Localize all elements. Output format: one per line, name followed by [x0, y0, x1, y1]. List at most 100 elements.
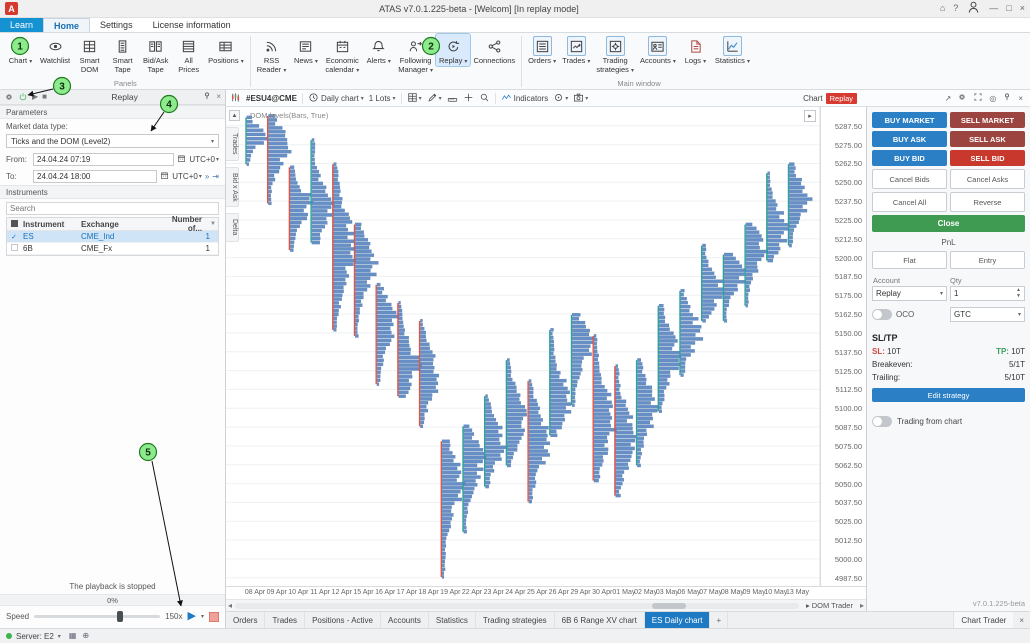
ribbon-item-trades[interactable]: Trades ▾ [559, 34, 593, 66]
buy-ask-button[interactable]: BUY ASK [872, 131, 947, 147]
lots-select[interactable]: 1 Lots▾ [369, 94, 396, 103]
side-tab-trades[interactable]: Trades [226, 127, 239, 161]
close-icon[interactable]: × [1018, 94, 1023, 103]
tif-select[interactable]: GTC▾ [950, 307, 1025, 322]
table-row[interactable]: 6B CME_Fx 1 [7, 243, 218, 255]
from-datetime-input[interactable]: 24.04.24 07:19 [33, 153, 174, 166]
globe-icon[interactable]: ⊕ [82, 632, 89, 640]
dom-trader-tab[interactable]: ▸DOM Trader [802, 601, 857, 610]
calendar-icon[interactable] [177, 154, 186, 165]
tab-home[interactable]: Home [43, 18, 90, 32]
close-position-button[interactable]: Close [872, 215, 1025, 232]
ribbon-item-replay[interactable]: Replay ▾ [436, 34, 470, 66]
add-tab-button[interactable]: + [710, 612, 728, 628]
tab-learn[interactable]: Learn [0, 18, 43, 32]
indicators-button[interactable]: Indicators [501, 92, 549, 105]
minimize-icon[interactable]: — [989, 4, 998, 13]
play-icon[interactable]: ▶ [32, 93, 38, 101]
side-tab-delta[interactable]: Delta [226, 213, 239, 241]
speed-slider[interactable] [34, 615, 160, 618]
sell-ask-button[interactable]: SELL ASK [950, 131, 1025, 147]
ribbon-item-orders[interactable]: Orders ▾ [525, 34, 559, 66]
tab-license-information[interactable]: License information [143, 18, 241, 32]
scrollbar-thumb[interactable] [652, 603, 686, 609]
fullscreen-icon[interactable] [973, 92, 983, 104]
panel-expand-icon[interactable]: ▸ [804, 110, 816, 122]
cancel-all-button[interactable]: Cancel All [872, 192, 947, 212]
column-instrument[interactable]: Instrument [21, 220, 81, 229]
close-icon[interactable]: × [1020, 4, 1025, 13]
breakeven-value[interactable]: 5/1T [1009, 360, 1025, 369]
instruments-section-header[interactable]: Instruments [0, 185, 225, 199]
skip-forward-icon[interactable]: » [205, 173, 209, 181]
tab-settings[interactable]: Settings [90, 18, 143, 32]
sort-icon[interactable]: ▼ [210, 221, 216, 227]
cancel-asks-button[interactable]: Cancel Asks [950, 169, 1025, 189]
column-number[interactable]: Number of... [169, 215, 210, 233]
reverse-button[interactable]: Reverse [950, 192, 1025, 212]
select-all-checkbox[interactable] [7, 220, 21, 229]
buy-bid-button[interactable]: BUY BID [872, 150, 947, 166]
ribbon-item-following-manager[interactable]: FollowingManager ▾ [395, 34, 436, 75]
bottom-tab-trades[interactable]: Trades [265, 612, 305, 628]
chevron-down-icon[interactable]: ▾ [58, 633, 61, 640]
snapshot-camera-icon[interactable]: ▾ [573, 92, 588, 105]
collapse-arrow-icon[interactable]: ▲ [229, 110, 240, 121]
date-axis[interactable]: 08 Apr09 Apr10 Apr11 Apr12 Apr15 Apr16 A… [226, 586, 866, 599]
ribbon-item-alerts[interactable]: Alerts ▾ [362, 34, 395, 66]
qty-stepper[interactable]: 1▲▼ [950, 286, 1025, 301]
home-icon[interactable]: ⌂ [940, 4, 945, 13]
popout-icon[interactable]: ↗ [945, 94, 952, 103]
account-select[interactable]: Replay▾ [872, 286, 947, 301]
skip-to-end-icon[interactable]: ⇥ [212, 173, 219, 181]
ribbon-item-bid-ask-tape[interactable]: Bid/AskTape [139, 34, 172, 74]
close-panel-icon[interactable]: × [216, 93, 221, 101]
row-checkbox[interactable]: ✓ [7, 233, 21, 241]
stop-icon[interactable]: ■ [42, 93, 47, 101]
layout-grid-icon[interactable]: ▾ [407, 92, 422, 105]
pin-icon[interactable] [1002, 92, 1012, 104]
row-checkbox[interactable] [7, 244, 21, 253]
to-timezone-select[interactable]: UTC+0▾ [172, 172, 202, 181]
market-data-type-select[interactable]: Ticks and the DOM (Level2)▾ [6, 134, 219, 148]
chart-plot[interactable]: ▲ DOM levels(Bars, True) ▸ TradesBid x A… [226, 107, 866, 611]
table-row[interactable]: ✓ ES CME_Ind 1 [7, 231, 218, 243]
settings-gear-icon[interactable] [957, 92, 967, 104]
scroll-right-icon[interactable]: ▸ [860, 601, 864, 610]
tp-value[interactable]: 10T [1011, 347, 1025, 356]
parameters-section-header[interactable]: Parameters [0, 105, 225, 119]
chart-trader-tab[interactable]: Chart Trader [953, 612, 1013, 628]
toggle-knob[interactable] [872, 309, 892, 320]
ribbon-item-smart-tape[interactable]: SmartTape [106, 34, 139, 74]
edit-strategy-button[interactable]: Edit strategy [872, 388, 1025, 402]
ribbon-item-connections[interactable]: Connections [470, 34, 518, 65]
calendar-icon[interactable] [160, 171, 169, 182]
drawing-tools-icon[interactable]: ▾ [427, 92, 442, 105]
ribbon-item-positions[interactable]: Positions ▾ [205, 34, 247, 66]
sell-bid-button[interactable]: SELL BID [950, 150, 1025, 166]
chart-canvas[interactable] [226, 107, 866, 586]
ribbon-item-all-prices[interactable]: AllPrices [172, 34, 205, 74]
column-exchange[interactable]: Exchange [81, 220, 169, 229]
speed-slider-handle[interactable] [117, 611, 123, 622]
ribbon-item-rss-reader[interactable]: RSSReader ▾ [254, 34, 290, 75]
target-icon[interactable]: ▾ [553, 92, 568, 105]
bottom-tab-statistics[interactable]: Statistics [429, 612, 476, 628]
bottom-tab-6b-6-range-xv-chart[interactable]: 6B 6 Range XV chart [555, 612, 645, 628]
playback-play-button[interactable]: ▶ [188, 611, 196, 622]
crosshair-icon[interactable] [463, 92, 474, 105]
ribbon-item-trading-strategies[interactable]: Tradingstrategies ▾ [593, 34, 637, 75]
close-icon[interactable]: × [1013, 612, 1030, 628]
from-timezone-select[interactable]: UTC+0▾ [189, 155, 219, 164]
entry-button[interactable]: Entry [950, 251, 1025, 269]
scrollbar-track[interactable] [235, 603, 799, 609]
zoom-icon[interactable] [479, 92, 490, 105]
ribbon-item-logs[interactable]: Logs ▾ [679, 34, 712, 66]
scroll-left-icon[interactable]: ◂ [228, 601, 232, 610]
sl-value[interactable]: 10T [887, 347, 901, 356]
record-icon[interactable]: ◎ [989, 94, 996, 103]
help-icon[interactable]: ? [953, 4, 958, 13]
ribbon-item-chart[interactable]: Chart ▾ [4, 34, 37, 66]
price-axis[interactable]: 5287.505275.005262.505250.005237.505225.… [820, 107, 866, 586]
cancel-bids-button[interactable]: Cancel Bids [872, 169, 947, 189]
